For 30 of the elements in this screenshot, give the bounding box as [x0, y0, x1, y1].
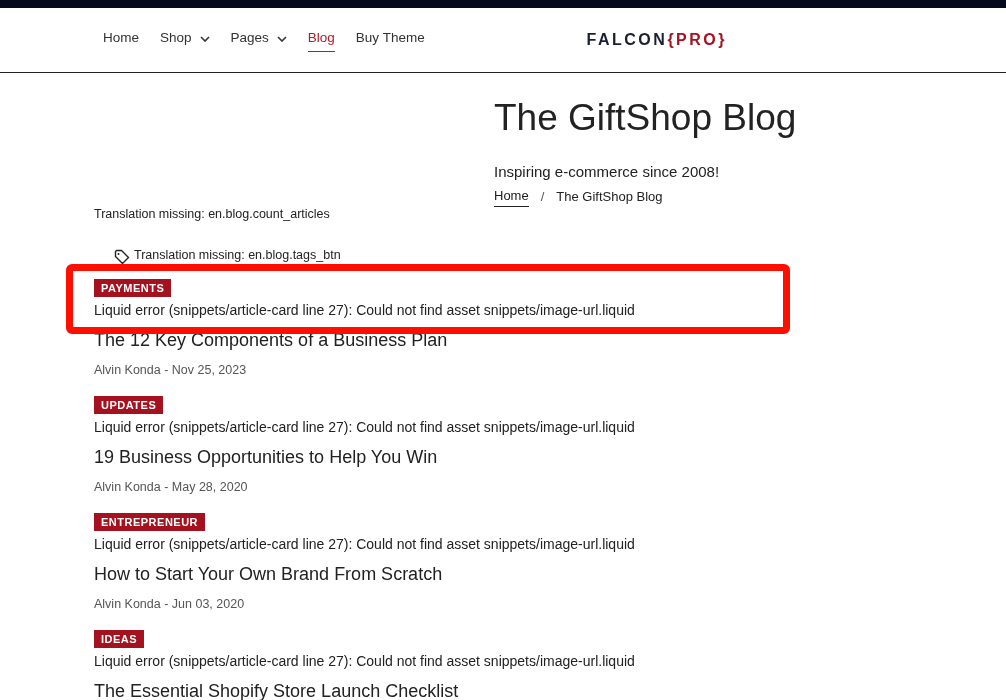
article-title[interactable]: 19 Business Opportunities to Help You Win [94, 444, 1006, 469]
nav-link[interactable]: Pages [230, 28, 287, 52]
tag-icon [114, 248, 130, 265]
article-count: Translation missing: en.blog.count_articles [94, 206, 331, 223]
category-tag[interactable]: IDEAS [94, 629, 145, 648]
article-title[interactable]: How to Start Your Own Brand From Scratch [94, 561, 1006, 586]
error-message: Liquid error (snippets/article-card line 27): Could not find asset snippets/image-url.liquid [94, 417, 636, 436]
article-meta: Alvin Konda - May 28, 2020 [94, 478, 249, 496]
category-tag[interactable]: PAYMENTS [94, 278, 172, 297]
chevron-down-icon [199, 35, 210, 42]
nav-link[interactable]: Shop [160, 28, 210, 52]
tags-button[interactable]: Translation missing: en.blog.tags_btn [114, 245, 341, 265]
category-tag[interactable]: UPDATES [94, 395, 164, 414]
article-meta: Alvin Konda - Nov 25, 2023 [94, 361, 248, 379]
breadcrumb-current: The GiftShop Blog [556, 187, 663, 206]
error-message: Liquid error (snippets/article-card line 27): Could not find asset snippets/image-url.liquid [94, 651, 636, 670]
article-title[interactable]: The Essential Shopify Store Launch Checklist [94, 678, 1006, 700]
logo[interactable]: FALCON{PRO} [586, 28, 727, 52]
article-meta: Alvin Konda - Jun 03, 2020 [94, 595, 246, 613]
category-tag[interactable]: ENTREPRENEUR [94, 512, 206, 531]
chevron-down-icon [276, 35, 287, 42]
nav-link[interactable]: Home [103, 28, 139, 52]
blog-title: The GiftShop Blog [494, 96, 798, 140]
breadcrumb-link[interactable]: Home [494, 185, 529, 207]
nav-link[interactable]: Buy Theme [355, 28, 425, 52]
breadcrumb-separator: / [540, 187, 545, 206]
error-message: Liquid error (snippets/article-card line 27): Could not find asset snippets/image-url.liquid [94, 534, 636, 553]
nav-link[interactable]: Blog [307, 28, 335, 52]
blog-subtitle: Inspiring e-commerce since 2008! [494, 162, 721, 182]
error-message: Liquid error (snippets/article-card line 27): Could not find asset snippets/image-url.liquid [94, 300, 636, 319]
